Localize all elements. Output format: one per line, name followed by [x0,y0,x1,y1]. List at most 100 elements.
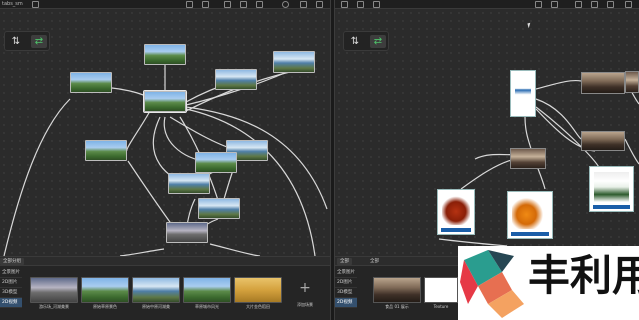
product-photo-node[interactable] [581,131,625,151]
home-icon[interactable] [535,1,542,8]
grid-icon[interactable] [591,1,598,8]
save-icon[interactable] [607,1,614,8]
layers-icon[interactable] [373,1,380,8]
app-label: tabs_sm [2,1,23,7]
link-line [126,110,151,152]
scene-node[interactable] [144,44,186,65]
save-icon[interactable] [256,1,263,8]
scene-node[interactable] [195,152,237,173]
product-caption-bar [511,232,549,236]
product-thumbnail [594,172,629,202]
product-card[interactable] [589,166,634,212]
swap-tool-button[interactable]: ⇅ [347,35,363,48]
product-thumbnail [512,197,548,229]
layers-icon[interactable] [32,1,39,8]
upload-icon[interactable] [282,1,289,8]
asset-thumbnail [81,277,129,303]
link-line [460,158,516,190]
filter-2d-image[interactable]: 2D图片 [335,278,357,288]
product-card[interactable] [507,191,553,239]
watermark-logo: 丰利用 [458,246,639,320]
asset-filters: 全景图片 2D图片 3D模型 2D视频 [0,268,22,308]
link-line [624,138,639,165]
scene-node[interactable] [198,198,240,219]
asset-item[interactable]: 原始草原景色 [81,277,129,311]
scene-node[interactable] [273,51,315,73]
image-icon[interactable] [224,1,231,8]
link-line [209,243,261,256]
grid-icon[interactable] [240,1,247,8]
scene-node[interactable] [215,69,257,90]
image-icon[interactable] [575,1,582,8]
scene-node[interactable] [70,72,112,93]
product-graph-canvas[interactable]: ⇅ ⇄ [335,9,639,256]
swap-tool-button[interactable]: ⇅ [8,35,24,48]
watermark-text: 丰利用 [528,251,639,300]
product-photo-node[interactable] [625,71,639,93]
filter-3d-model[interactable]: 3D模型 [0,288,22,298]
menu-icon[interactable] [341,1,348,8]
asset-item[interactable]: 原始中原河湖美 [132,277,180,311]
left-editor-pane: tabs_sm ⇅ ⇄ 全部分组 全景图片 2D图片 3D模型 2D视频 游乐场… [0,0,330,320]
plus-icon: + [299,280,311,296]
delete-icon[interactable] [625,1,632,8]
asset-label: 原始草原景色 [93,304,117,309]
filter-2d-video[interactable]: 2D视频 [335,298,357,308]
asset-item[interactable]: 游乐场_河湖美景 [30,277,78,311]
export-icon[interactable] [202,1,209,8]
canvas-toolbox: ⇅ ⇄ [343,31,389,51]
add-scene-label: 添加场景 [297,302,313,307]
link-line [438,238,508,247]
asset-thumbnail [424,277,458,303]
asset-label: Texture [433,304,449,309]
add-scene-button[interactable]: + 添加场景 [288,277,322,311]
right-top-toolbar [335,0,639,9]
filter-2d-video[interactable]: 2D视频 [0,298,22,308]
product-thumbnail [515,76,531,107]
scene-node[interactable] [168,173,210,194]
asset-item[interactable]: 大片金色稻田 [234,277,282,311]
asset-item[interactable]: Texture [424,277,458,311]
settings-icon[interactable] [316,1,323,8]
product-photo-node[interactable] [510,148,546,169]
asset-item[interactable]: 食品 01 展示 [373,277,421,311]
logo-mark-icon [460,250,524,318]
tab-all[interactable]: 全部 [337,258,352,265]
scene-node[interactable] [166,222,208,243]
filter-panorama[interactable]: 全景图片 [335,268,357,278]
delete-icon[interactable] [300,1,307,8]
asset-thumbnail [373,277,421,303]
tab-all-groups[interactable]: 全部分组 [0,258,24,265]
link-line [535,79,582,90]
export-icon[interactable] [551,1,558,8]
product-card[interactable] [437,189,475,235]
link-line [119,248,165,256]
scene-graph-canvas[interactable]: ⇅ ⇄ [0,9,330,256]
home-icon[interactable] [186,1,193,8]
product-photo-node[interactable] [581,72,625,94]
asset-filters: 全景图片 2D图片 3D模型 2D视频 [335,268,357,308]
asset-thumbnail [234,277,282,303]
asset-label: 食品 01 展示 [385,304,409,309]
product-caption-bar [593,205,630,209]
product-thumbnail [442,195,470,225]
filter-2d-image[interactable]: 2D图片 [0,278,22,288]
scene-node[interactable] [85,140,127,161]
asset-library: 全部分组 全景图片 2D图片 3D模型 2D视频 游乐场_河湖美景 原始草原景色… [0,256,330,320]
link-line [524,116,532,150]
asset-label: 原始中原河湖美 [142,304,170,309]
asset-label: 草原城市风光 [195,304,219,309]
asset-thumbnail [132,277,180,303]
product-card[interactable] [510,70,536,117]
filter-3d-model[interactable]: 3D模型 [335,288,357,298]
link-tool-button[interactable]: ⇄ [370,35,386,48]
tab-all-secondary[interactable]: 全部 [367,258,382,265]
link-tool-button[interactable]: ⇄ [31,35,47,48]
link-line [3,98,71,256]
scene-node-selected[interactable] [143,90,187,113]
canvas-toolbox: ⇅ ⇄ [4,31,50,51]
asset-label: 大片金色稻田 [246,304,270,309]
filter-panorama[interactable]: 全景图片 [0,268,22,278]
image-icon[interactable] [357,1,364,8]
asset-item[interactable]: 草原城市风光 [183,277,231,311]
